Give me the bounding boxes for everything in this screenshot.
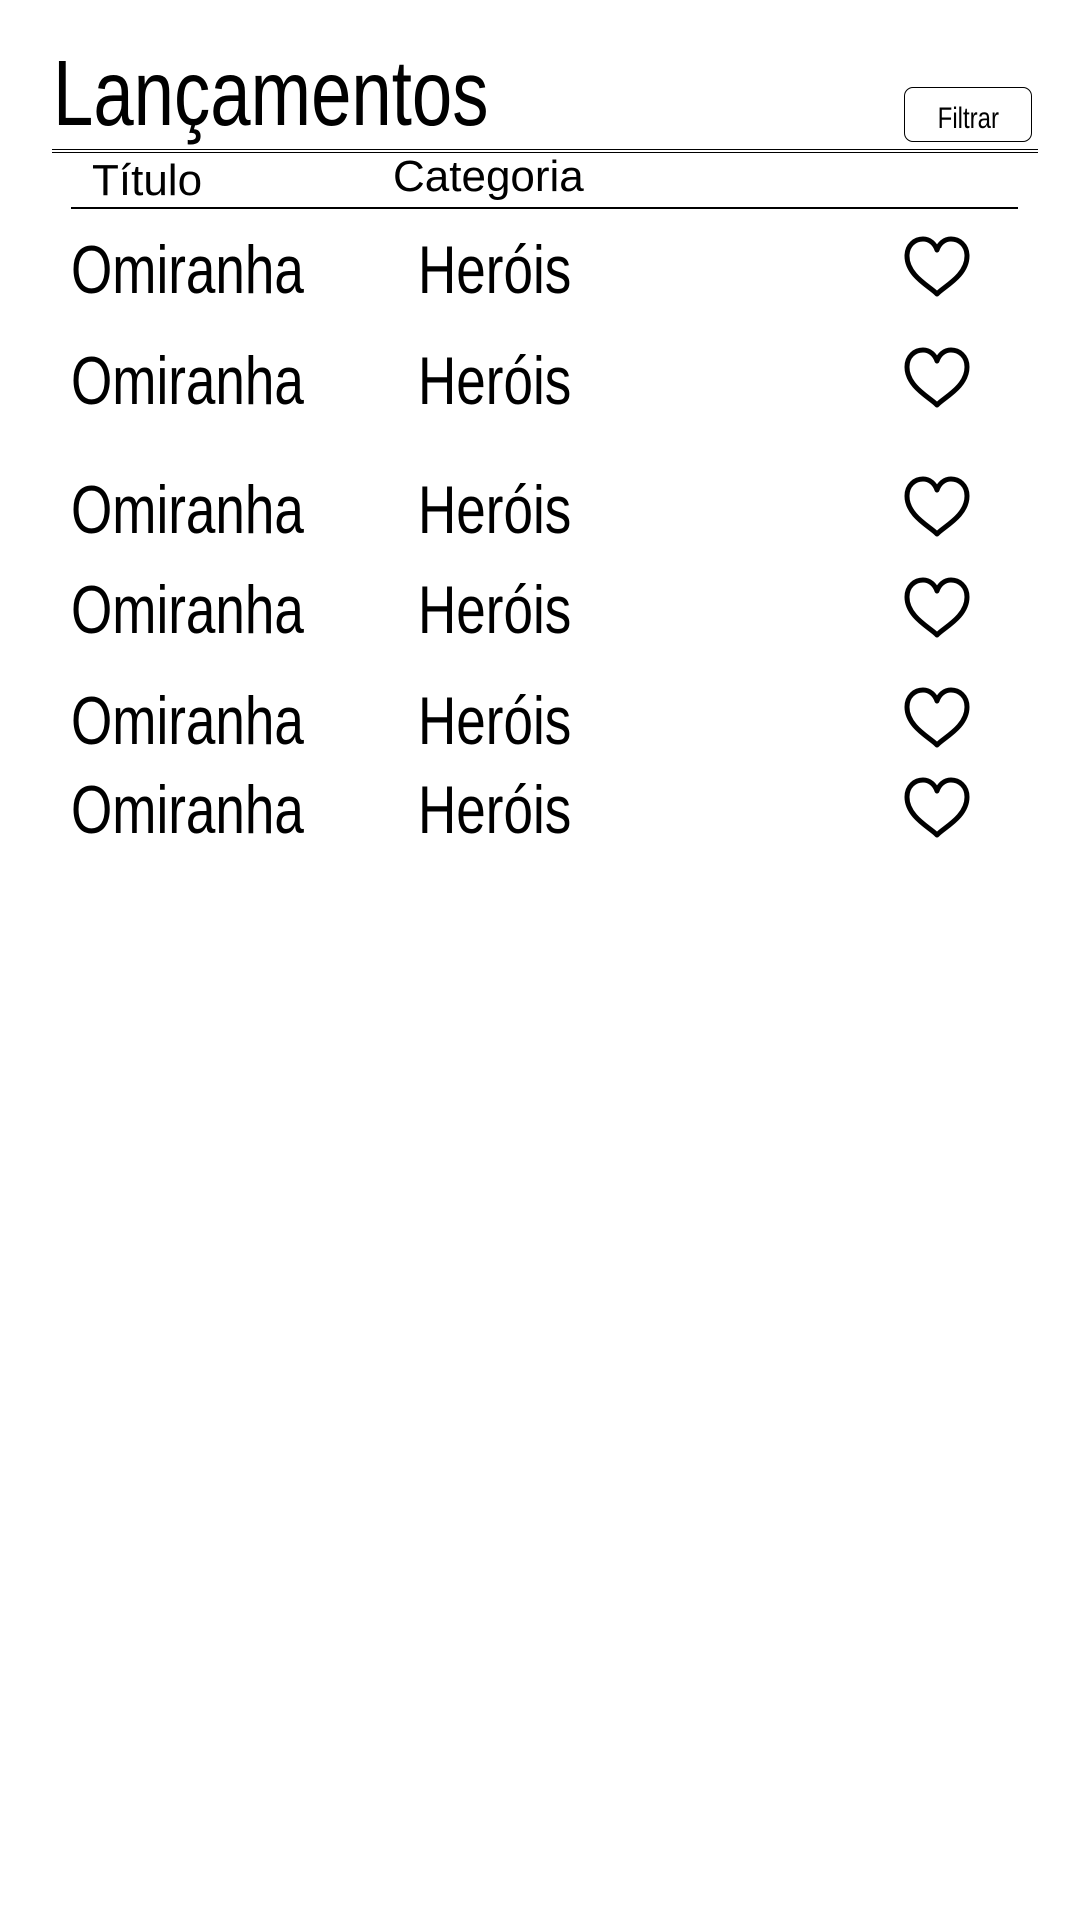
heart-outline-icon[interactable] [903, 777, 971, 839]
item-category: Heróis [418, 343, 572, 419]
item-title: Omiranha [71, 472, 304, 548]
column-header-divider [71, 207, 1018, 209]
column-header-category: Categoria [393, 152, 584, 201]
item-title: Omiranha [71, 343, 304, 419]
item-title: Omiranha [71, 232, 304, 308]
heart-outline-icon[interactable] [903, 687, 971, 749]
column-header-title: Título [92, 156, 203, 205]
item-title: Omiranha [71, 683, 304, 759]
heart-outline-icon[interactable] [903, 476, 971, 538]
item-category: Heróis [418, 683, 572, 759]
heart-outline-icon[interactable] [903, 347, 971, 409]
heart-outline-icon[interactable] [903, 577, 971, 639]
item-title: Omiranha [71, 772, 304, 848]
item-category: Heróis [418, 572, 572, 648]
filter-button[interactable]: Filtrar [904, 87, 1032, 142]
page-title: Lançamentos [53, 41, 489, 145]
item-title: Omiranha [71, 572, 304, 648]
item-category: Heróis [418, 772, 572, 848]
filter-button-label: Filtrar [937, 101, 999, 135]
heart-outline-icon[interactable] [903, 236, 971, 298]
item-category: Heróis [418, 232, 572, 308]
item-category: Heróis [418, 472, 572, 548]
